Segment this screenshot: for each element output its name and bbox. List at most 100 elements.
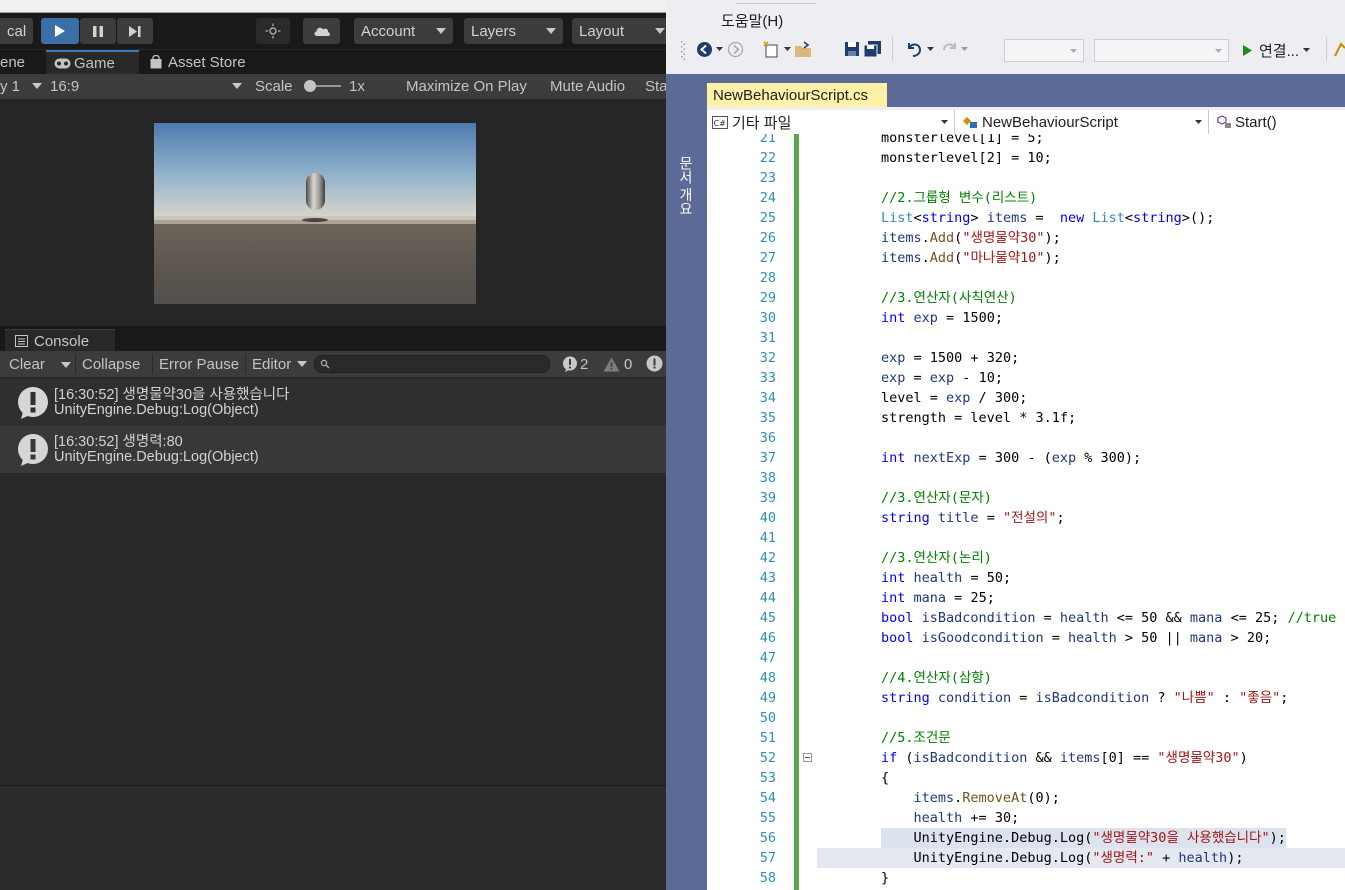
code-line[interactable]: 43 int health = 50; (707, 568, 1345, 588)
code-text: exp = exp - 10; (881, 370, 1003, 386)
local-toggle[interactable]: cal (0, 18, 33, 44)
save-icon[interactable] (844, 41, 860, 57)
forward-arrow-icon[interactable] (727, 41, 744, 58)
hot-reload-icon[interactable] (1333, 42, 1345, 58)
log-entry[interactable]: [16:30:52] 생명력:80 UnityEngine.Debug:Log(… (0, 426, 666, 473)
stats-toggle[interactable]: Sta (645, 78, 666, 95)
menu-item-cut[interactable] (736, 0, 816, 4)
csharp-file-icon: C# (712, 115, 728, 129)
code-line[interactable]: 37 int nextExp = 300 - (exp % 300); (707, 448, 1345, 468)
account-dropdown[interactable]: Account (354, 18, 453, 44)
chevron-down-icon[interactable] (784, 47, 791, 51)
code-line[interactable]: 47 (707, 648, 1345, 668)
game-render[interactable] (154, 123, 476, 304)
code-line[interactable]: 32 exp = 1500 + 320; (707, 348, 1345, 368)
platform-dropdown[interactable] (1094, 39, 1229, 62)
step-button[interactable] (117, 18, 153, 44)
configuration-dropdown[interactable] (1004, 39, 1084, 62)
back-arrow-icon[interactable] (696, 41, 713, 58)
code-line[interactable]: 25 List<string> items = new List<string>(… (707, 208, 1345, 228)
code-line[interactable]: 26 items.Add("생명물약30"); (707, 228, 1345, 248)
code-line[interactable]: 51 //5.조건문 (707, 728, 1345, 748)
redo-icon[interactable] (941, 40, 959, 58)
code-line[interactable]: 39 //3.연산자(문자) (707, 488, 1345, 508)
save-all-icon[interactable] (863, 40, 882, 58)
aspect-dropdown[interactable]: 16:9 (46, 76, 246, 96)
mute-audio-toggle[interactable]: Mute Audio (550, 78, 625, 95)
code-text: //3.연산자(논리) (881, 550, 992, 566)
chevron-down-icon[interactable] (61, 362, 71, 368)
chevron-down-icon[interactable] (927, 47, 934, 51)
open-folder-icon[interactable] (794, 41, 813, 58)
code-line[interactable]: 56 UnityEngine.Debug.Log("생명물약30을 사용했습니다… (707, 828, 1345, 848)
tab-game[interactable]: Game (46, 50, 139, 74)
line-number: 22 (759, 150, 776, 166)
tab-newbehaviourscript[interactable]: NewBehaviourScript.cs (707, 83, 887, 107)
code-text: } (881, 870, 890, 886)
layout-dropdown[interactable]: Layout (572, 18, 666, 44)
member-dropdown[interactable]: Start() (1211, 110, 1345, 134)
play-button[interactable] (41, 18, 79, 44)
error-pause-toggle[interactable]: Error Pause (159, 356, 239, 373)
code-line[interactable]: 29 //3.연산자(사칙연산) (707, 288, 1345, 308)
code-line[interactable]: 21 monsterlevel[1] = 5; (707, 134, 1345, 148)
document-outline-panel[interactable]: 문서 개요 (666, 74, 707, 890)
menu-help[interactable]: 도움말(H) (721, 10, 783, 31)
layers-dropdown[interactable]: Layers (464, 18, 563, 44)
code-line[interactable]: 36 (707, 428, 1345, 448)
pause-button[interactable] (80, 18, 116, 44)
code-line[interactable]: 58} (707, 868, 1345, 888)
tab-asset-store[interactable]: Asset Store (150, 50, 260, 74)
info-count-toggle[interactable]: 2 (562, 354, 588, 374)
code-line[interactable]: 45 bool isBadcondition = health <= 50 && … (707, 608, 1345, 628)
code-line[interactable]: 40 string title = "전설의"; (707, 508, 1345, 528)
undo-icon[interactable] (905, 40, 923, 58)
code-line[interactable]: 24 //2.그룹형 변수(리스트) (707, 188, 1345, 208)
code-line[interactable]: 50 (707, 708, 1345, 728)
code-line[interactable]: 42 //3.연산자(논리) (707, 548, 1345, 568)
editor-dropdown[interactable]: Editor (252, 356, 291, 373)
code-line[interactable]: 27 items.Add("마나물약10"); (707, 248, 1345, 268)
cloud-button[interactable] (303, 18, 340, 44)
code-line[interactable]: 49 string condition = isBadcondition ? "나… (707, 688, 1345, 708)
code-line[interactable]: 46 bool isGoodcondition = health > 50 || … (707, 628, 1345, 648)
code-editor[interactable]: 21 monsterlevel[1] = 5; 22 monsterlevel[2] … (707, 134, 1345, 890)
code-line[interactable]: 30 int exp = 1500; (707, 308, 1345, 328)
code-line[interactable]: 44 int mana = 25; (707, 588, 1345, 608)
collapse-toggle[interactable]: Collapse (82, 356, 140, 373)
tab-scene[interactable]: ene (0, 50, 46, 74)
tab-console[interactable]: Console (5, 329, 115, 352)
code-line[interactable]: 35 strength = level * 3.1f; (707, 408, 1345, 428)
code-line[interactable]: 54 items.RemoveAt(0); (707, 788, 1345, 808)
line-number: 40 (759, 510, 776, 526)
project-dropdown[interactable]: C# 기타 파일 (707, 110, 955, 134)
code-line[interactable]: 55 health += 30; (707, 808, 1345, 828)
display-dropdown[interactable]: y 1 (0, 78, 20, 95)
code-line[interactable]: 23 (707, 168, 1345, 188)
code-line[interactable]: 38 (707, 468, 1345, 488)
chevron-down-icon[interactable] (716, 47, 723, 51)
code-line[interactable]: 34 level = exp / 300; (707, 388, 1345, 408)
light-toggle[interactable] (256, 18, 290, 44)
collapse-region-toggle[interactable] (803, 753, 812, 762)
code-line[interactable]: 48 //4.연산자(삼항) (707, 668, 1345, 688)
clear-button[interactable]: Clear (9, 356, 45, 373)
code-line[interactable]: 53 { (707, 768, 1345, 788)
maximize-on-play-toggle[interactable]: Maximize On Play (406, 78, 527, 95)
code-line[interactable]: 41 (707, 528, 1345, 548)
code-line[interactable]: 28 (707, 268, 1345, 288)
code-line[interactable]: 57 UnityEngine.Debug.Log("생명력:" + health… (760, 848, 1345, 868)
code-line[interactable]: 31 (707, 328, 1345, 348)
console-search-input[interactable] (314, 355, 550, 373)
error-count-toggle[interactable] (646, 355, 663, 376)
new-project-icon[interactable] (763, 41, 780, 58)
start-debug-button[interactable]: 연결... (1242, 39, 1311, 61)
scale-slider-handle[interactable] (304, 80, 316, 92)
warning-count-toggle[interactable]: 0 (603, 354, 632, 374)
log-entry[interactable]: [16:30:52] 생명물약30을 사용했습니다 UnityEngine.De… (0, 379, 666, 426)
chevron-down-icon[interactable] (961, 47, 968, 51)
class-dropdown[interactable]: NewBehaviourScript (957, 110, 1209, 134)
code-line[interactable]: 22 monsterlevel[2] = 10; (707, 148, 1345, 168)
connect-label: 연결... (1259, 42, 1300, 60)
code-line[interactable]: 33 exp = exp - 10; (707, 368, 1345, 388)
